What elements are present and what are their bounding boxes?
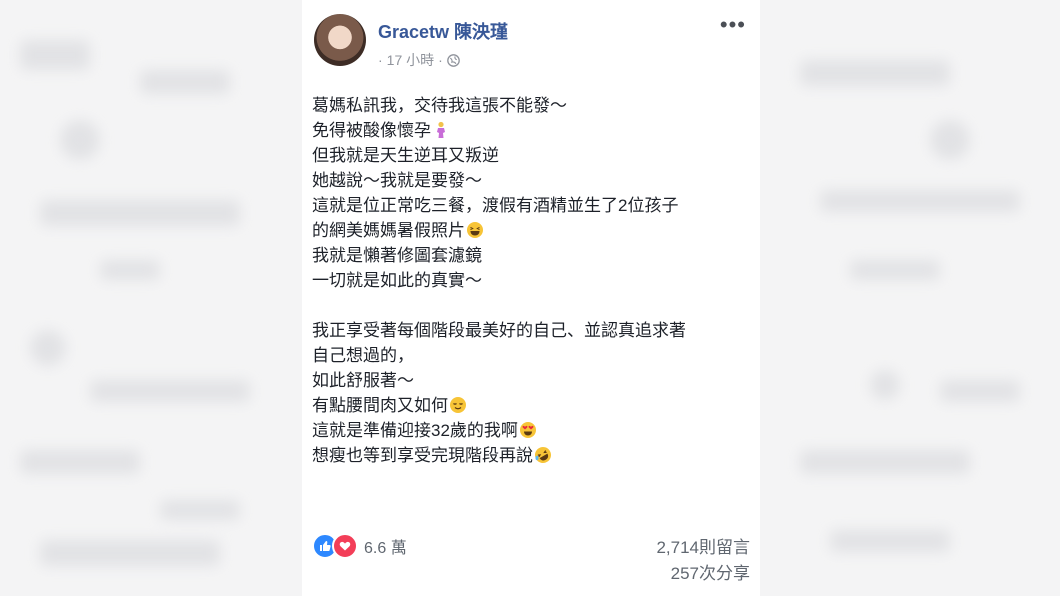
post-line-text: 自己想過的， <box>312 346 414 365</box>
post-meta: · 17 小時 · <box>378 50 460 70</box>
author-name[interactable]: Gracetw 陳泱瑾 <box>378 18 508 44</box>
post-line: 免得被酸像懷孕 <box>312 118 752 143</box>
post-stats: 2,714則留言 257次分享 <box>656 535 750 587</box>
post-line-text: 她越說～我就是要發～ <box>312 171 482 190</box>
share-count[interactable]: 257次分享 <box>656 561 750 587</box>
globe-icon[interactable] <box>446 53 460 67</box>
post-line-text: 這就是位正常吃三餐，渡假有酒精並生了2位孩子 <box>312 196 679 215</box>
post-line: 這就是準備迎接32歲的我啊 <box>312 418 752 443</box>
post-line: 我正享受著每個階段最美好的自己、並認真追求著 <box>312 318 752 343</box>
more-options-icon[interactable]: ••• <box>720 14 746 36</box>
reactions-summary[interactable]: 6.6 萬 <box>312 533 407 559</box>
post-line: 的網美媽媽暑假照片 <box>312 218 752 243</box>
post-line: 如此舒服著～ <box>312 368 752 393</box>
post-line: 這就是位正常吃三餐，渡假有酒精並生了2位孩子 <box>312 193 752 218</box>
post-line-text: 葛媽私訊我，交待我這張不能發～ <box>312 96 567 115</box>
post-line-text: 想瘦也等到享受完現階段再說 <box>312 446 533 465</box>
meta-separator: · <box>438 52 443 68</box>
avatar[interactable] <box>314 14 366 66</box>
post-line-text: 但我就是天生逆耳又叛逆 <box>312 146 499 165</box>
reaction-count: 6.6 萬 <box>364 540 407 557</box>
post-line: 自己想過的， <box>312 343 752 368</box>
laughing-face-emoji <box>466 221 484 239</box>
post-line: 但我就是天生逆耳又叛逆 <box>312 143 752 168</box>
post-line: 她越說～我就是要發～ <box>312 168 752 193</box>
comment-count[interactable]: 2,714則留言 <box>656 535 750 561</box>
post-line-text: 如此舒服著～ <box>312 371 414 390</box>
post-line-text: 這就是準備迎接32歲的我啊 <box>312 421 518 440</box>
post-line: 想瘦也等到享受完現階段再說 <box>312 443 752 468</box>
post-line-text: 有點腰間肉又如何 <box>312 396 448 415</box>
love-icon <box>332 533 358 559</box>
post-line-text: 免得被酸像懷孕 <box>312 121 431 140</box>
post-line-text: 我就是懶著修圖套濾鏡 <box>312 246 482 265</box>
post-line-text: 一切就是如此的真實～ <box>312 271 482 290</box>
post-line: 一切就是如此的真實～ <box>312 268 752 293</box>
rofl-emoji <box>534 446 552 464</box>
post-card: Gracetw 陳泱瑾 · 17 小時 · ••• 葛媽私訊我，交待我這張不能發… <box>302 0 760 596</box>
post-line: 我就是懶著修圖套濾鏡 <box>312 243 752 268</box>
post-line: 葛媽私訊我，交待我這張不能發～ <box>312 93 752 118</box>
post-line: 有點腰間肉又如何 <box>312 393 752 418</box>
post-timestamp[interactable]: 17 小時 <box>387 50 434 70</box>
post-line-text: 我正享受著每個階段最美好的自己、並認真追求著 <box>312 321 686 340</box>
pregnant-woman-emoji <box>432 121 450 139</box>
relieved-face-emoji <box>449 396 467 414</box>
post-body: 葛媽私訊我，交待我這張不能發～ 免得被酸像懷孕但我就是天生逆耳又叛逆 她越說～我就是… <box>312 93 752 468</box>
heart-eyes-emoji <box>519 421 537 439</box>
meta-separator: · <box>378 52 383 68</box>
post-line-text: 的網美媽媽暑假照片 <box>312 221 465 240</box>
